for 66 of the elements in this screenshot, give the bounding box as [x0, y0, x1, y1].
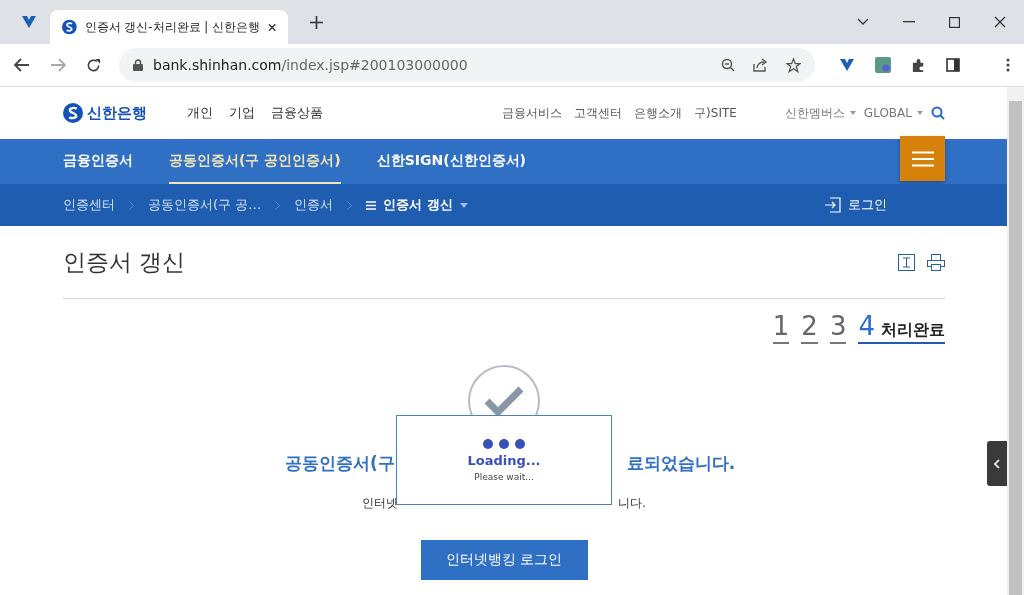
login-link[interactable]: 로그인: [824, 196, 887, 214]
close-tab-icon[interactable]: [267, 22, 276, 32]
loading-title: Loading...: [467, 452, 541, 468]
page-title: 인증서 갱신: [63, 247, 187, 277]
maximize-icon[interactable]: [949, 16, 960, 28]
bookmark-star-icon[interactable]: [786, 57, 801, 73]
result-message: 인터넷: [362, 495, 399, 512]
utility-link[interactable]: 고객센터: [574, 104, 623, 122]
menu-icon[interactable]: [1006, 58, 1010, 72]
share-icon[interactable]: [753, 58, 768, 72]
browser-tab[interactable]: 인증서 갱신-처리완료 | 신한은행: [50, 10, 288, 44]
minimize-icon[interactable]: [903, 21, 915, 23]
login-icon: [824, 197, 842, 213]
scrollbar[interactable]: [1007, 87, 1024, 595]
breadcrumb-link[interactable]: 인증서: [294, 196, 334, 214]
result-heading: 료되었습니다.: [626, 452, 736, 475]
result-message: 니다.: [618, 495, 646, 512]
close-icon[interactable]: [994, 16, 1006, 28]
extension-icon[interactable]: [839, 58, 855, 72]
step-indicator: 1: [772, 311, 790, 344]
utility-link[interactable]: 구)SITE: [694, 104, 737, 122]
caret-icon: [459, 202, 468, 208]
menu-icon: [911, 150, 934, 167]
zoom-out-icon[interactable]: [721, 58, 735, 72]
breadcrumb-link[interactable]: 인증센터: [63, 196, 115, 214]
chevron-icon: [129, 200, 134, 210]
utility-link[interactable]: 은행소개: [634, 104, 683, 122]
breadcrumb-link[interactable]: 공동인증서(구 공…: [148, 196, 262, 214]
menu-button[interactable]: [900, 136, 945, 181]
list-icon: [366, 200, 377, 210]
bank-logo[interactable]: 신한은행: [63, 103, 147, 123]
search-icon[interactable]: [931, 106, 945, 120]
main-menu-link[interactable]: 개인: [187, 104, 213, 122]
caret-icon: [849, 111, 856, 115]
nav-tab[interactable]: 신한SIGN(신한인증서): [376, 139, 526, 184]
internet-banking-login-button[interactable]: 인터넷뱅킹 로그인: [420, 540, 588, 580]
utility-link[interactable]: 금융서비스: [502, 104, 563, 122]
reload-icon[interactable]: [86, 57, 101, 73]
step-indicator: 4 처리완료: [858, 311, 945, 344]
extension-icon[interactable]: [21, 15, 37, 29]
font-size-icon[interactable]: [898, 253, 915, 271]
chevron-icon: [347, 200, 353, 210]
result-heading: 공동인증서(구: [284, 452, 395, 475]
breadcrumb-dropdown[interactable]: 인증서 갱신: [366, 196, 468, 214]
caret-icon: [917, 111, 923, 115]
side-panel-icon[interactable]: [946, 58, 960, 72]
lock-icon: [133, 59, 143, 71]
chevron-icon: [275, 200, 281, 210]
bank-logo-icon: [62, 19, 77, 35]
new-tab-icon[interactable]: [310, 15, 323, 29]
loading-subtitle: Please wait...: [474, 471, 534, 482]
tab-search-icon[interactable]: [857, 18, 869, 26]
print-icon[interactable]: [927, 253, 945, 271]
main-menu-link[interactable]: 기업: [229, 104, 255, 122]
main-menu-link[interactable]: 금융상품: [271, 104, 323, 122]
address-bar[interactable]: bank.shinhan.com/index.jsp#200103000000: [119, 48, 815, 82]
puzzle-icon[interactable]: [911, 57, 926, 73]
nav-tab[interactable]: 금융인증서: [63, 139, 133, 184]
loading-dots-icon: [483, 438, 525, 449]
dropdown-link[interactable]: 신한멤버스: [784, 104, 856, 122]
step-indicator: 2: [801, 311, 818, 344]
step-indicator: 3: [829, 311, 847, 344]
dropdown-link[interactable]: GLOBAL: [863, 106, 923, 120]
chevron-left-icon: [994, 458, 1000, 469]
back-icon[interactable]: [14, 58, 30, 72]
side-panel-toggle[interactable]: [987, 441, 1007, 486]
